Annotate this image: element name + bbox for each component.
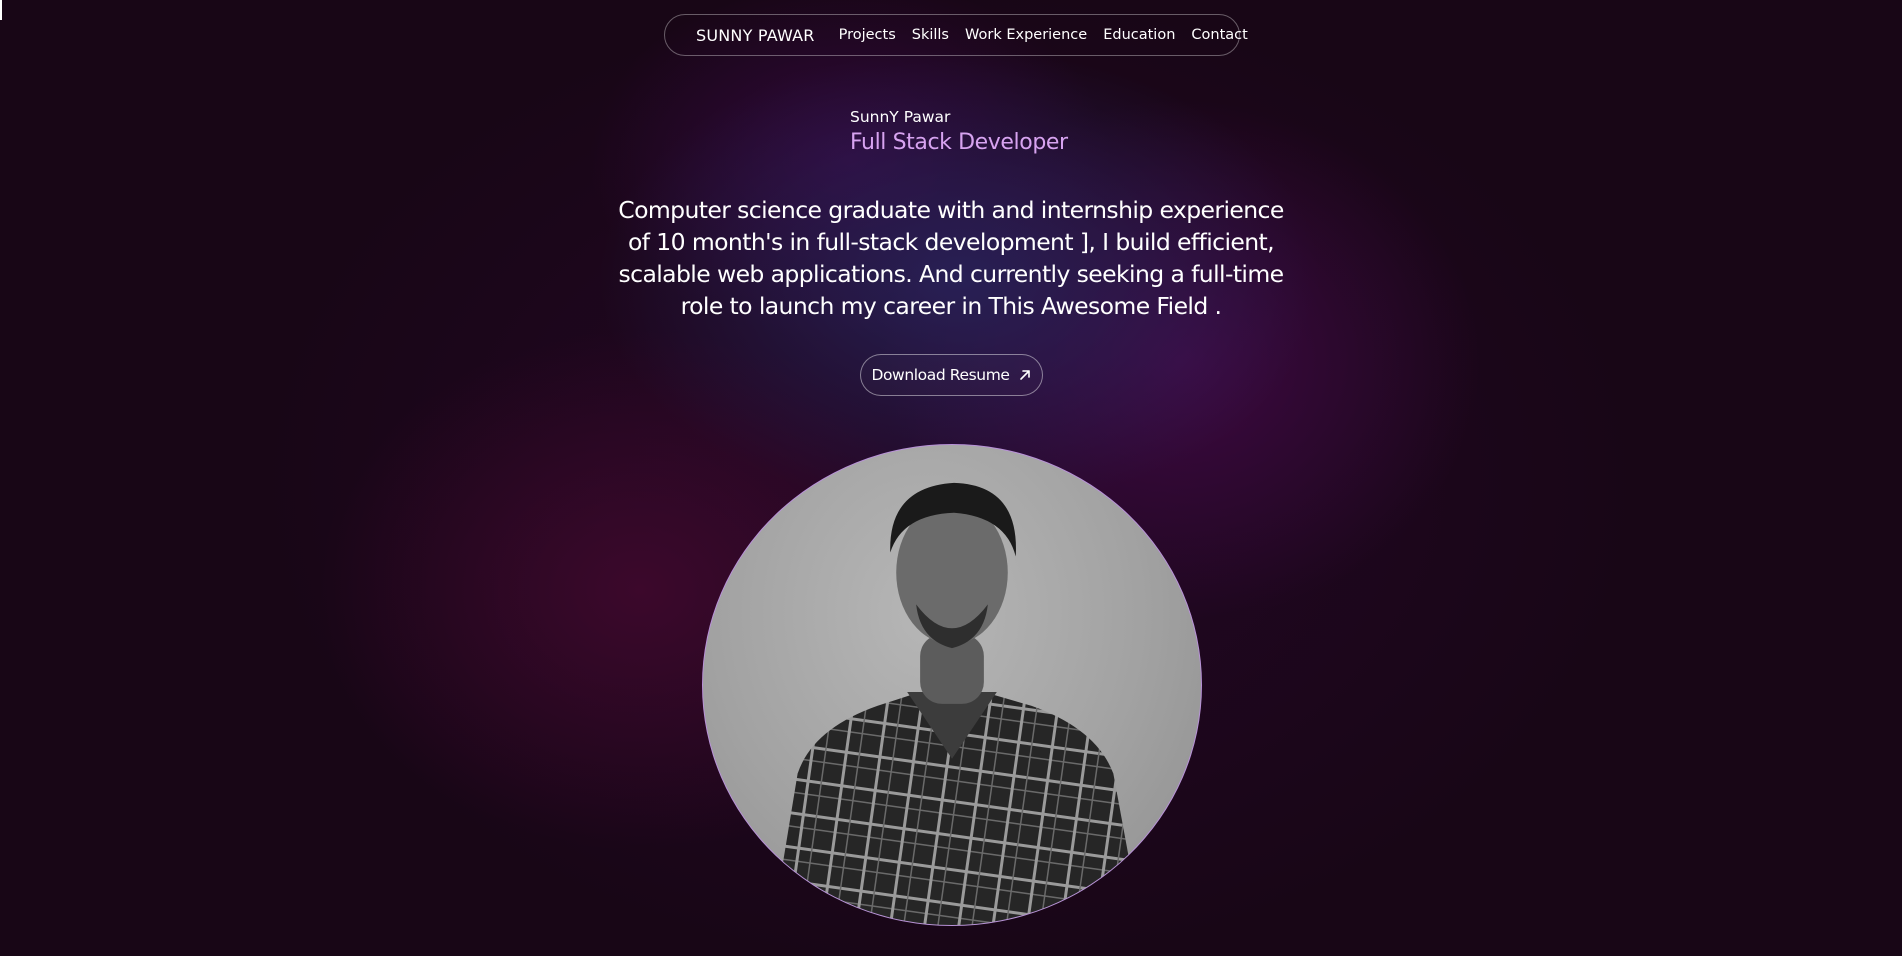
- hero-name: SunnY Pawar: [850, 108, 951, 126]
- nav-link-work-experience[interactable]: Work Experience: [965, 27, 1087, 43]
- nav-link-contact[interactable]: Contact: [1191, 27, 1247, 43]
- hero-summary: Computer science graduate with and inter…: [618, 196, 1284, 320]
- top-navbar: SUNNY PAWAR Projects Skills Work Experie…: [664, 14, 1248, 56]
- nav-link-skills[interactable]: Skills: [912, 27, 949, 43]
- nav-link-education[interactable]: Education: [1103, 27, 1175, 43]
- nav-links: Projects Skills Work Experience Educatio…: [839, 27, 1248, 43]
- brand-logo[interactable]: SUNNY PAWAR: [696, 26, 815, 45]
- arrow-up-right-icon: [1018, 368, 1032, 382]
- hero-role-title: Full Stack Developer: [850, 130, 1068, 155]
- text-cursor: [0, 0, 2, 20]
- nav-link-projects[interactable]: Projects: [839, 27, 896, 43]
- hero-intro: SunnY Pawar Full Stack Developer: [850, 108, 1068, 155]
- profile-photo: [702, 444, 1202, 926]
- download-resume-button[interactable]: Download Resume: [860, 354, 1043, 396]
- download-resume-label: Download Resume: [871, 366, 1010, 384]
